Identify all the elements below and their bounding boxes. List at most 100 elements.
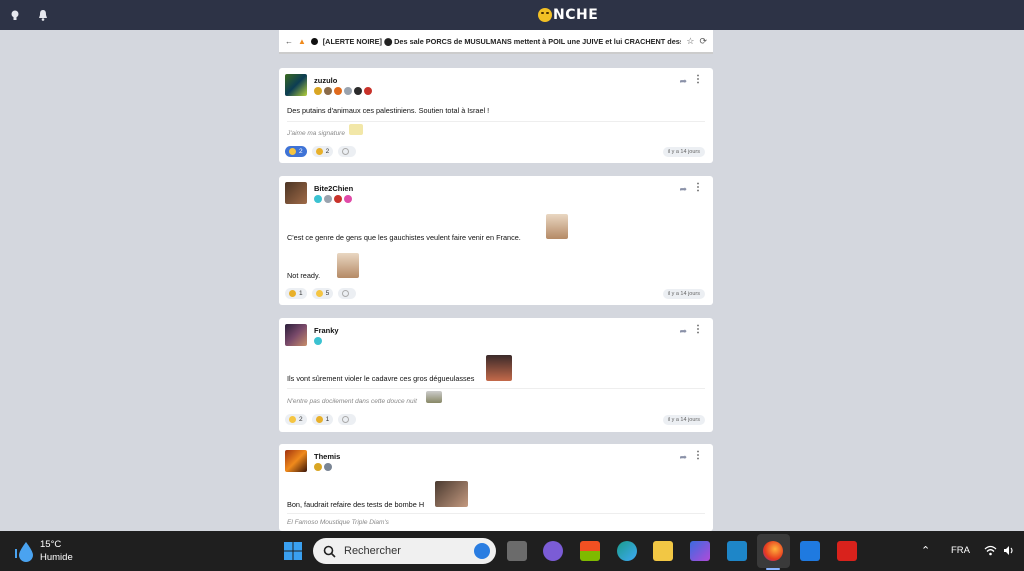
black-circle-icon xyxy=(310,37,318,45)
teams-chat-icon[interactable] xyxy=(543,541,563,561)
more-options-icon[interactable]: ⋮ xyxy=(693,450,703,461)
badge-icon xyxy=(344,87,352,95)
back-arrow-icon[interactable]: ← xyxy=(285,37,293,46)
more-options-icon[interactable]: ⋮ xyxy=(693,74,703,85)
badge-icon xyxy=(344,195,352,203)
refresh-icon[interactable]: ⟳ xyxy=(699,36,707,47)
topic-bar: ← ▲ [ALERTE NOIRE] ⬤ Des sale PORCS de M… xyxy=(279,30,713,54)
avatar[interactable] xyxy=(285,324,307,346)
wifi-icon[interactable] xyxy=(984,545,997,556)
windows-start-icon[interactable] xyxy=(283,541,303,561)
avatar[interactable] xyxy=(285,74,307,96)
post-signature: J'aime ma signature xyxy=(287,130,345,137)
star-icon[interactable]: ☆ xyxy=(686,36,694,47)
copilot-icon[interactable] xyxy=(690,541,710,561)
reaction-emoji-icon xyxy=(289,416,296,423)
add-reaction-button[interactable] xyxy=(338,288,357,299)
post-username[interactable]: Franky xyxy=(314,326,339,335)
share-icon[interactable]: ➦ xyxy=(679,76,687,87)
reaction-count: 2 xyxy=(299,148,303,155)
post-text: C'est ce genre de gens que les gauchiste… xyxy=(287,233,521,242)
reaction-button[interactable]: 2 xyxy=(285,414,307,425)
microsoft-store-icon[interactable] xyxy=(580,541,600,561)
post-timestamp: il y a 14 jours xyxy=(662,289,705,299)
post-username[interactable]: zuzulo xyxy=(314,76,337,85)
badge-icon xyxy=(354,87,362,95)
post-card: Franky ➦ ⋮ Ils vont sûrement violer le c… xyxy=(279,318,713,432)
badge-icon xyxy=(314,87,322,95)
weather-temperature: 15°C xyxy=(40,539,62,550)
post-text: Ils vont sûrement violer le cadavre ces … xyxy=(287,374,475,383)
search-placeholder: Rechercher xyxy=(344,545,401,557)
windows-taskbar: 15°C Humide Rechercher ⌃ FRA xyxy=(0,531,1024,571)
sticker-image xyxy=(546,214,568,239)
reactions: 1 5 xyxy=(285,288,357,299)
reaction-count: 1 xyxy=(325,416,330,423)
share-icon[interactable]: ➦ xyxy=(679,326,687,337)
user-badges xyxy=(314,87,372,95)
bell-icon[interactable] xyxy=(37,9,49,21)
input-language[interactable]: FRA xyxy=(951,545,970,556)
post-text: Not ready. xyxy=(287,271,321,280)
reaction-emoji-icon xyxy=(289,290,296,297)
badge-icon xyxy=(314,337,322,345)
site-logo[interactable]: NCHE xyxy=(538,7,598,23)
badge-icon xyxy=(334,87,342,95)
file-explorer-icon[interactable] xyxy=(653,541,673,561)
rain-weather-icon[interactable] xyxy=(14,540,36,562)
reaction-button[interactable]: 1 xyxy=(311,414,334,425)
edge-browser-icon[interactable] xyxy=(617,541,637,561)
post-username[interactable]: Bite2Chien xyxy=(314,184,353,193)
badge-icon xyxy=(314,463,322,471)
add-reaction-button[interactable] xyxy=(338,146,357,157)
post-signature: N'entre pas docilement dans cette douce … xyxy=(287,398,417,405)
more-options-icon[interactable]: ⋮ xyxy=(693,324,703,335)
user-badges xyxy=(314,463,332,471)
bing-icon[interactable] xyxy=(474,543,490,559)
active-indicator xyxy=(766,568,780,570)
thumbs-up-icon xyxy=(315,416,323,423)
more-options-icon[interactable]: ⋮ xyxy=(693,182,703,193)
taskbar-search[interactable]: Rechercher xyxy=(313,538,496,564)
fire-icon: ▲ xyxy=(298,36,306,46)
mail-icon[interactable] xyxy=(800,541,820,561)
badge-icon xyxy=(324,195,332,203)
logo-face-icon xyxy=(538,8,552,22)
firefox-icon[interactable] xyxy=(763,541,783,561)
divider xyxy=(287,513,705,514)
lightbulb-icon[interactable] xyxy=(9,9,21,21)
share-icon[interactable]: ➦ xyxy=(679,452,687,463)
myhp-icon[interactable] xyxy=(727,541,747,561)
badge-icon xyxy=(364,87,372,95)
task-view-icon[interactable] xyxy=(507,541,527,561)
reaction-button[interactable]: 1 xyxy=(285,288,307,299)
reaction-count: 5 xyxy=(325,290,330,297)
site-header: NCHE xyxy=(0,0,1024,30)
reactions: 2 1 xyxy=(285,414,357,425)
reaction-emoji-icon xyxy=(289,148,296,155)
volume-icon[interactable] xyxy=(1003,545,1015,556)
post-timestamp: il y a 14 jours xyxy=(662,415,705,425)
badge-icon xyxy=(324,463,332,471)
topic-title[interactable]: [ALERTE NOIRE] ⬤ Des sale PORCS de MUSUL… xyxy=(323,37,682,46)
post-text: Bon, faudrait refaire des tests de bombe… xyxy=(287,500,425,509)
logo-text: NCHE xyxy=(553,7,599,23)
tlc-app-icon[interactable] xyxy=(837,541,857,561)
divider xyxy=(287,121,705,122)
chevron-up-icon[interactable]: ⌃ xyxy=(921,544,930,557)
badge-icon xyxy=(334,195,342,203)
avatar[interactable] xyxy=(285,182,307,204)
user-badges xyxy=(314,195,352,203)
sticker-image xyxy=(337,253,359,278)
post-card: Themis ➦ ⋮ Bon, faudrait refaire des tes… xyxy=(279,444,713,531)
avatar[interactable] xyxy=(285,450,307,472)
divider xyxy=(287,388,705,389)
post-signature: El Famoso Moustique Triple Diam's xyxy=(287,519,389,526)
share-icon[interactable]: ➦ xyxy=(679,184,687,195)
add-reaction-button[interactable] xyxy=(338,414,357,425)
add-emoji-icon xyxy=(342,416,350,423)
reaction-button[interactable]: 2 xyxy=(285,146,307,157)
post-username[interactable]: Themis xyxy=(314,452,340,461)
reaction-button[interactable]: 5 xyxy=(311,288,334,299)
reaction-button[interactable]: 2 xyxy=(311,146,334,157)
